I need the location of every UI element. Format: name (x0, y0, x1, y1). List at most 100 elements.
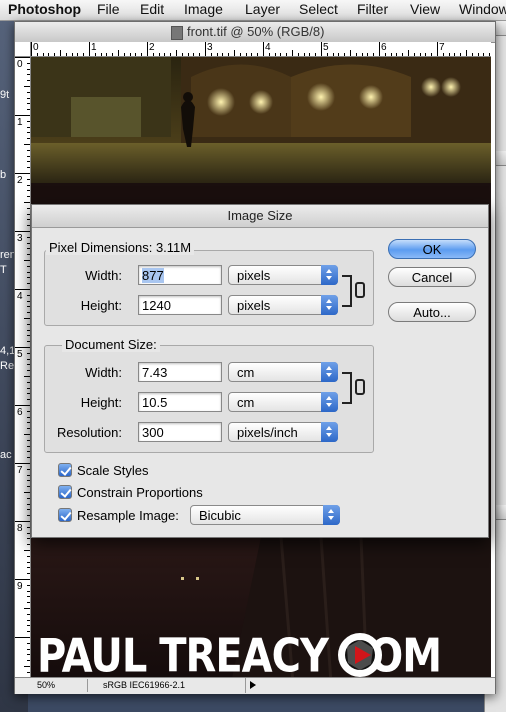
select-arrows-icon (323, 505, 340, 525)
document-title: front.tif @ 50% (RGB/8) (187, 24, 325, 39)
menu-select[interactable]: Select (299, 0, 338, 18)
doc-height-value: 10.5 (142, 395, 168, 410)
document-file-icon (171, 26, 183, 40)
menu-image[interactable]: Image (184, 0, 223, 18)
resample-method-select[interactable]: Bicubic (190, 505, 340, 525)
ruler-tick (83, 53, 85, 56)
menu-file[interactable]: File (97, 0, 120, 18)
ruler-tick (27, 445, 30, 447)
menu-view[interactable]: View (410, 0, 440, 18)
ruler-tick (27, 457, 30, 459)
zoom-field[interactable]: 50% (17, 679, 88, 692)
dialog-title[interactable]: Image Size (32, 205, 488, 228)
ruler-tick (27, 671, 30, 673)
document-titlebar[interactable]: front.tif @ 50% (RGB/8) (15, 22, 495, 43)
zoom-level: 50% (37, 680, 56, 690)
ruler-tick (27, 219, 30, 221)
ruler-tick (94, 53, 96, 56)
doc-height-field[interactable]: 10.5 (138, 392, 222, 412)
ruler-tick (123, 53, 125, 56)
ruler-tick (361, 53, 363, 56)
ruler-tick (24, 86, 30, 87)
horizontal-ruler[interactable]: 0 1 2 3 4 5 6 7 (31, 42, 491, 57)
menu-filter[interactable]: Filter (357, 0, 388, 18)
pixel-dimensions-label: Pixel Dimensions: (49, 240, 153, 255)
ruler-tick (350, 50, 351, 56)
cancel-button[interactable]: Cancel (388, 267, 476, 287)
ruler-tick (27, 335, 30, 337)
ruler-tick (27, 439, 30, 441)
ruler-tick (27, 613, 30, 615)
ruler-tick (27, 631, 30, 633)
ruler-tick (15, 57, 30, 58)
ruler-tick (36, 53, 38, 56)
ruler-number: 5 (323, 42, 329, 53)
scale-styles-checkbox[interactable] (58, 463, 72, 477)
resolution-unit-select[interactable]: pixels/inch (228, 422, 338, 442)
vertical-ruler[interactable]: 0 1 2 3 4 5 6 7 8 9 (15, 57, 31, 683)
ruler-tick (27, 596, 30, 598)
constrain-proportions-checkbox[interactable] (58, 485, 72, 499)
ruler-tick (27, 80, 30, 82)
pixel-height-field[interactable]: 1240 (138, 295, 222, 315)
ruler-number: 0 (17, 59, 23, 70)
doc-height-unit-select[interactable]: cm (228, 392, 338, 412)
status-menu-arrow-icon[interactable] (245, 678, 260, 693)
ruler-tick (268, 53, 270, 56)
ok-button[interactable]: OK (388, 239, 476, 259)
status-bar: 50% sRGB IEC61966-2.1 (15, 677, 495, 694)
menu-edit[interactable]: Edit (140, 0, 164, 18)
ruler-tick (413, 53, 415, 56)
pixel-height-unit-select[interactable]: pixels (228, 295, 338, 315)
ruler-tick (27, 515, 30, 517)
ruler-tick (419, 53, 421, 56)
ruler-tick (27, 648, 30, 650)
ruler-tick (384, 53, 386, 56)
pixel-width-field[interactable]: 877 (138, 265, 222, 285)
ruler-tick (27, 138, 30, 140)
pixel-height-value: 1240 (142, 298, 171, 313)
ruler-tick (27, 149, 30, 151)
ruler-tick (344, 53, 346, 56)
ruler-tick (27, 323, 30, 325)
resolution-unit: pixels/inch (237, 425, 298, 440)
pixel-width-label: Width: (85, 268, 122, 283)
pixel-width-unit-select[interactable]: pixels (228, 265, 338, 285)
desktop-label: b (0, 169, 7, 181)
ruler-tick (27, 213, 30, 215)
ruler-origin[interactable] (15, 42, 31, 57)
ruler-tick (27, 642, 30, 644)
ruler-tick (297, 53, 299, 56)
image-size-dialog: Image Size Pixel Dimensions: 3.11M Width… (31, 204, 489, 538)
resample-image-checkbox[interactable] (58, 508, 72, 522)
auto-button[interactable]: Auto... (388, 302, 476, 322)
menu-app-name[interactable]: Photoshop (8, 0, 81, 18)
ruler-tick (77, 53, 79, 56)
ruler-number: 1 (91, 42, 97, 53)
ruler-tick (24, 666, 30, 667)
document-window: front.tif @ 50% (RGB/8) 0 1 2 3 4 5 6 7 … (14, 21, 496, 694)
resolution-field[interactable]: 300 (138, 422, 222, 442)
doc-width-unit-select[interactable]: cm (228, 362, 338, 382)
resample-image-label[interactable]: Resample Image: (77, 508, 179, 523)
ruler-tick (65, 53, 67, 56)
ruler-tick (158, 53, 160, 56)
desktop-label: Re (0, 360, 15, 372)
ruler-tick (27, 480, 30, 482)
ruler-tick (27, 62, 30, 64)
ruler-tick (27, 410, 30, 412)
menu-window[interactable]: Window (459, 0, 506, 18)
scale-styles-label[interactable]: Scale Styles (77, 463, 149, 478)
doc-width-field[interactable]: 7.43 (138, 362, 222, 382)
menu-bar: Photoshop File Edit Image Layer Select F… (0, 0, 506, 21)
ruler-tick (106, 53, 108, 56)
ruler-tick (27, 567, 30, 569)
menu-layer[interactable]: Layer (245, 0, 280, 18)
ruler-tick (24, 434, 30, 435)
select-arrows-icon (321, 265, 338, 285)
ruler-tick (27, 544, 30, 546)
constrain-proportions-label[interactable]: Constrain Proportions (77, 485, 203, 500)
ruler-tick (239, 53, 241, 56)
desktop-label: 9t (0, 89, 10, 101)
chain-link-icon (355, 379, 365, 395)
